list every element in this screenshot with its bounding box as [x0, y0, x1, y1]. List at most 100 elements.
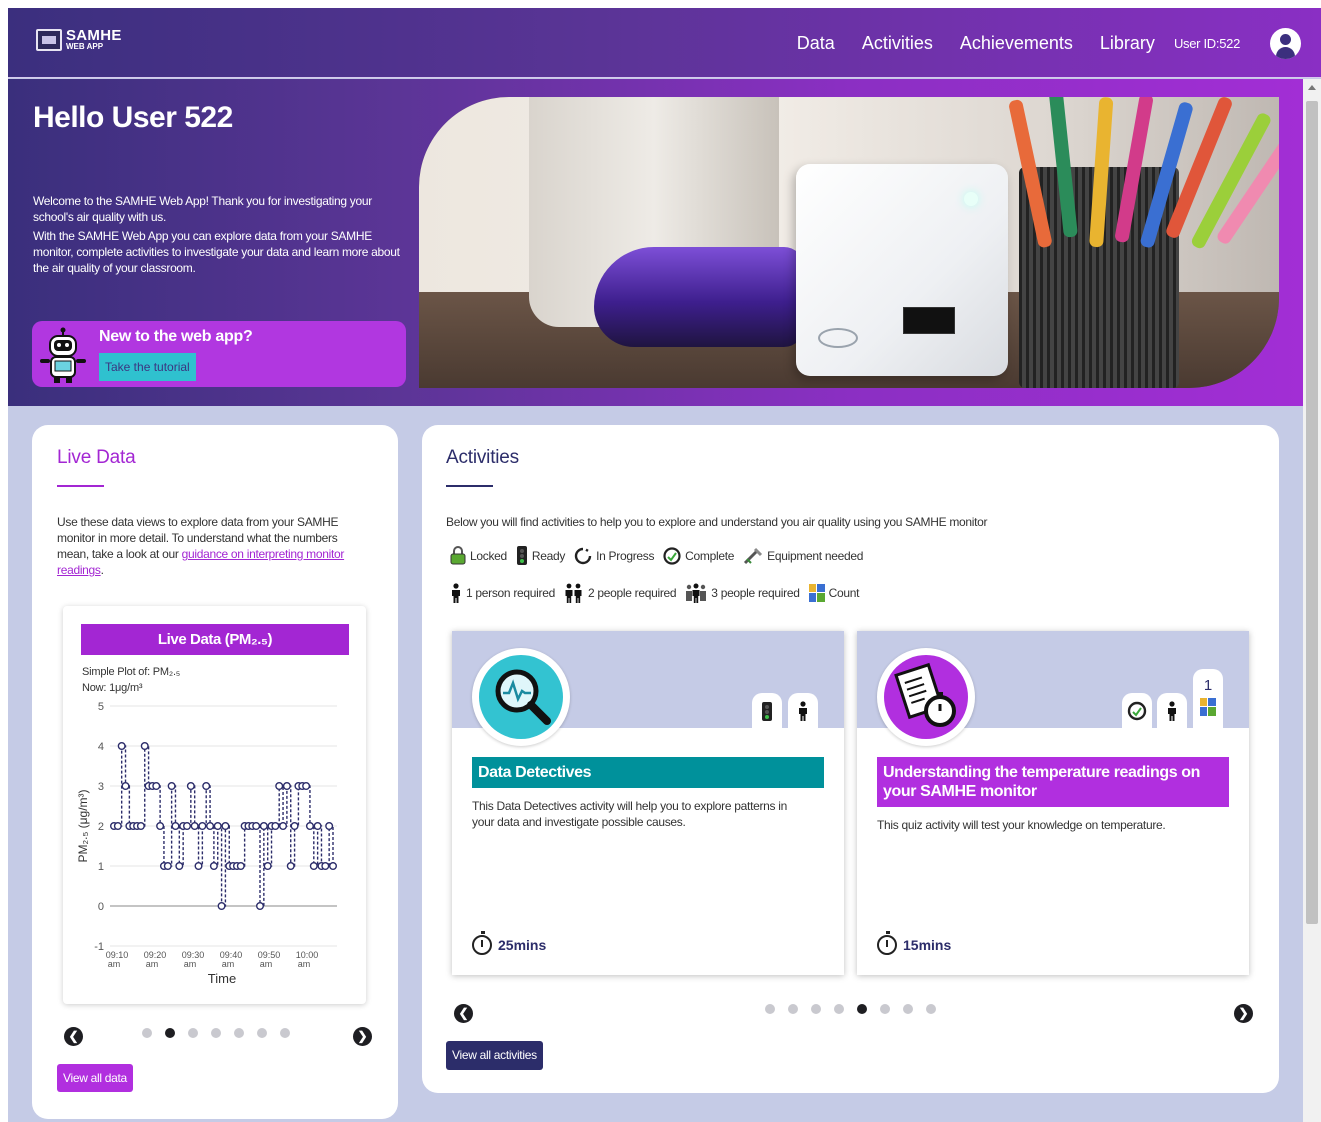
- one-person-icon: [452, 583, 460, 603]
- user-avatar-icon[interactable]: [1270, 27, 1301, 59]
- count-icon: [1200, 698, 1216, 716]
- data-point: [328, 861, 337, 870]
- data-point: [286, 861, 295, 870]
- count-value: 1: [1203, 677, 1213, 694]
- activities-carousel-dot-6[interactable]: [880, 1004, 890, 1014]
- chart-carousel-dot-3[interactable]: [188, 1028, 198, 1038]
- chart-prev-arrow-icon[interactable]: ❮: [64, 1027, 83, 1046]
- chart-carousel-dot-5[interactable]: [234, 1028, 244, 1038]
- x-tick-label-ampm: am: [260, 959, 273, 969]
- y-tick-label: 4: [98, 741, 104, 753]
- complete-status-chip: [1122, 693, 1152, 728]
- data-point: [221, 821, 230, 830]
- quiz-sheet-stopwatch-icon: [894, 662, 956, 727]
- y-tick-label: 5: [98, 701, 104, 713]
- activities-carousel-dot-8[interactable]: [926, 1004, 936, 1014]
- page-scrollbar[interactable]: [1303, 79, 1321, 1122]
- activities-carousel-dot-5[interactable]: [857, 1004, 867, 1014]
- robot-mascot-icon: [40, 327, 86, 383]
- in-progress-icon: [574, 547, 592, 564]
- view-all-data-button[interactable]: View all data: [57, 1064, 133, 1092]
- nav-activities[interactable]: Activities: [862, 33, 933, 54]
- chart-next-arrow-icon[interactable]: ❯: [353, 1027, 372, 1046]
- data-point: [271, 821, 280, 830]
- data-point: [321, 861, 330, 870]
- logo-subtitle: WEB APP: [66, 42, 104, 51]
- x-tick-label-ampm: am: [146, 959, 159, 969]
- activity-card-data-detectives[interactable]: Data Detectives This Data Detectives act…: [452, 631, 844, 975]
- data-point: [194, 861, 203, 870]
- chart-subtitle: Simple Plot of: PM₂.₅ Now: 1μg/m³: [82, 664, 180, 696]
- chart-simple-plot-label: Simple Plot of: PM₂.₅: [82, 666, 181, 678]
- activity-duration: 25mins: [472, 931, 546, 955]
- chart-carousel-dot-4[interactable]: [211, 1028, 221, 1038]
- legend-equipment: Equipment needed: [743, 547, 863, 565]
- samhe-logo[interactable]: SAMHE WEB APP: [36, 28, 122, 51]
- chart-carousel-dot-6[interactable]: [257, 1028, 267, 1038]
- activities-description: Below you will find activities to help y…: [446, 515, 988, 529]
- data-point: [140, 742, 149, 751]
- live-data-chart-panel: Live Data (PM₂.₅) Simple Plot of: PM₂.₅ …: [63, 606, 366, 1004]
- activities-prev-arrow-icon[interactable]: ❮: [454, 1004, 473, 1023]
- data-point: [167, 781, 176, 790]
- view-all-activities-button[interactable]: View all activities: [446, 1041, 543, 1070]
- activities-carousel-dot-3[interactable]: [811, 1004, 821, 1014]
- scroll-up-arrow-icon[interactable]: [1308, 85, 1316, 90]
- top-bar: SAMHE WEB APP Data Activities Achievemen…: [8, 8, 1321, 78]
- traffic-light-icon: [516, 546, 527, 565]
- activities-carousel-dot-2[interactable]: [788, 1004, 798, 1014]
- one-person-icon: [799, 701, 807, 721]
- nav-achievements[interactable]: Achievements: [960, 33, 1073, 54]
- legend-3-people: 3 people required: [685, 583, 800, 603]
- data-point: [113, 821, 122, 830]
- x-tick-label-ampm: am: [298, 959, 311, 969]
- complete-icon: [1127, 701, 1147, 721]
- chart-carousel-dot-2[interactable]: [165, 1028, 175, 1038]
- data-point: [279, 821, 288, 830]
- data-point: [152, 781, 161, 790]
- nav-library[interactable]: Library: [1100, 33, 1155, 54]
- data-point: [209, 861, 218, 870]
- traffic-light-icon: [762, 702, 772, 721]
- activities-heading: Activities: [446, 447, 519, 468]
- stopwatch-icon: [472, 931, 492, 955]
- data-point: [259, 821, 268, 830]
- tutorial-title: New to the web app?: [99, 328, 253, 345]
- legend-complete: Complete: [663, 546, 734, 565]
- data-point: [255, 901, 264, 910]
- tutorial-panel: New to the web app? Take the tutorial: [32, 321, 406, 387]
- data-point: [206, 821, 215, 830]
- data-point: [136, 821, 145, 830]
- count-icon: [808, 584, 825, 602]
- legend-in-progress: In Progress: [574, 547, 654, 565]
- legend-2-people: 2 people required: [564, 583, 677, 603]
- user-id: User ID:522: [1173, 35, 1240, 51]
- activity-title: Data Detectives: [472, 757, 824, 788]
- legend-1-person: 1 person required: [450, 583, 555, 603]
- data-point: [171, 821, 180, 830]
- stopwatch-icon: [877, 931, 897, 955]
- chart-carousel-dot-1[interactable]: [142, 1028, 152, 1038]
- activities-carousel-dot-1[interactable]: [765, 1004, 775, 1014]
- take-tutorial-button[interactable]: Take the tutorial: [99, 353, 196, 381]
- activity-card-temperature-quiz[interactable]: 1 Understanding the temperature readings…: [857, 631, 1249, 975]
- nav-data[interactable]: Data: [797, 33, 835, 54]
- legend-count: Count: [808, 584, 859, 602]
- data-point: [163, 861, 172, 870]
- activities-carousel-dots: [765, 1004, 936, 1014]
- logo-mark-icon: [36, 28, 62, 51]
- activities-carousel-dot-7[interactable]: [903, 1004, 913, 1014]
- scrollbar-thumb[interactable]: [1306, 101, 1318, 924]
- activity-badge: [877, 648, 975, 746]
- y-tick-label: 3: [98, 781, 104, 793]
- equipment-icon: [744, 547, 763, 564]
- hero-banner: Hello User 522 Welcome to the SAMHE Web …: [8, 79, 1303, 406]
- people-required-chip: [1157, 693, 1187, 728]
- activities-carousel-dot-4[interactable]: [834, 1004, 844, 1014]
- ready-status-chip: [752, 693, 782, 728]
- activities-next-arrow-icon[interactable]: ❯: [1234, 1004, 1253, 1023]
- chart-carousel-dot-7[interactable]: [280, 1028, 290, 1038]
- y-tick-label: 2: [98, 821, 104, 833]
- logo-title: SAMHE: [66, 27, 122, 44]
- chart-now-value: Now: 1μg/m³: [82, 682, 143, 694]
